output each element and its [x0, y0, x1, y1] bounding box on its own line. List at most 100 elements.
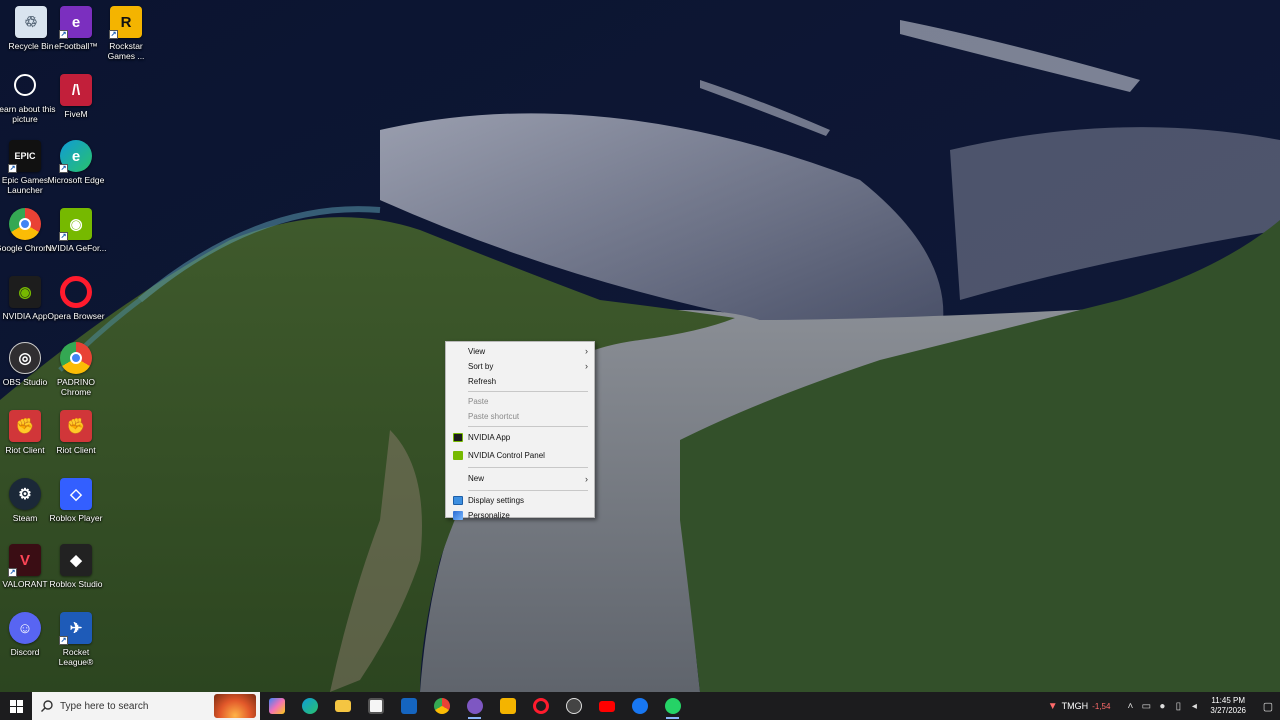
learn-picture-icon: [14, 74, 36, 96]
personalize-icon: [453, 511, 463, 520]
fivem-icon: /\: [60, 74, 92, 106]
taskbar-app-chrome-profile[interactable]: [458, 692, 491, 720]
menu-item-paste: Paste: [446, 394, 594, 409]
nvidia-app-icon: ◉: [9, 276, 41, 308]
usb-icon[interactable]: ▭: [1138, 701, 1154, 712]
menu-item-refresh[interactable]: Refresh: [446, 374, 594, 389]
riot-client-icon: ✊: [9, 410, 41, 442]
taskbar-app-chrome[interactable]: [425, 692, 458, 720]
taskbar-app-rockstar[interactable]: [491, 692, 524, 720]
menu-separator: [468, 426, 588, 427]
microsoft-store-icon: [367, 698, 384, 714]
taskbar-app-facebook[interactable]: [623, 692, 656, 720]
taskbar: Type here to search ▼ TMGH -1,54 ˄ ▭ ● ▯…: [0, 692, 1280, 720]
microphone-icon[interactable]: ●: [1154, 701, 1170, 712]
taskbar-app-whatsapp[interactable]: [656, 692, 689, 720]
recycle-bin-icon: ♲: [15, 6, 47, 38]
desktop-icon-padrino-chrome[interactable]: PADRINO Chrome: [45, 342, 107, 406]
desktop-icon-label: FiveM: [64, 109, 88, 119]
taskbar-app-youtube[interactable]: [590, 692, 623, 720]
search-icon: [41, 700, 53, 712]
menu-item-label: NVIDIA App: [468, 433, 511, 442]
youtube-icon: [598, 700, 615, 712]
desktop-icon-riot-client-2[interactable]: ✊ Riot Client: [45, 410, 107, 474]
whatsapp-icon: [664, 698, 681, 714]
desktop-icon-nvidia-geforce[interactable]: ◉ ↗ NVIDIA GeFor...: [45, 208, 107, 272]
menu-item-view[interactable]: View ›: [446, 344, 594, 359]
clock-time: 11:45 PM: [1211, 696, 1246, 705]
desktop-icon-label: Riot Client: [56, 445, 96, 455]
stock-change: -1,54: [1092, 701, 1111, 711]
efootball-icon: e ↗: [59, 6, 92, 39]
desktop-icon-label: Rockstar Games ...: [107, 41, 145, 61]
stock-down-icon: ▼: [1047, 700, 1058, 712]
taskbar-app-copilot[interactable]: [260, 692, 293, 720]
desktop-icon-opera[interactable]: Opera Browser: [45, 276, 107, 340]
steam-icon: ⚙: [9, 478, 41, 510]
taskbar-app-opera[interactable]: [524, 692, 557, 720]
chrome-profile-icon: [466, 698, 483, 714]
epic-games-icon: EPIC ↗: [8, 140, 41, 173]
rocket-league-icon: ✈ ↗: [59, 612, 92, 645]
nvidia-geforce-icon: ◉ ↗: [59, 208, 92, 241]
desktop-icon-roblox-player[interactable]: ◇ Roblox Player: [45, 478, 107, 542]
desktop-icon-rockstar[interactable]: R ↗ Rockstar Games ...: [95, 6, 157, 70]
display-settings-icon: [453, 496, 463, 505]
menu-item-label: Personalize: [468, 511, 510, 520]
taskbar-app-edge[interactable]: [293, 692, 326, 720]
edge-icon: e ↗: [59, 140, 92, 173]
menu-item-label: NVIDIA Control Panel: [468, 451, 545, 460]
mail-icon: [400, 698, 417, 714]
taskbar-app-mail[interactable]: [392, 692, 425, 720]
valorant-icon: V ↗: [8, 544, 41, 577]
menu-item-new[interactable]: New ›: [446, 470, 594, 488]
system-tray: ▼ TMGH -1,54 ˄ ▭ ● ▯ ◂ 11:45 PM 3/27/202…: [1048, 692, 1280, 720]
desktop-wallpaper: [0, 0, 1280, 692]
desktop-icon-label: Rocket League®: [58, 647, 94, 667]
desktop-context-menu: View › Sort by › Refresh Paste Paste sho…: [445, 341, 595, 520]
notification-icon[interactable]: ▢: [1256, 700, 1280, 713]
obs-icon: ◎: [9, 342, 41, 374]
edge-icon: [301, 698, 318, 714]
desktop-icon-label: Roblox Studio: [49, 579, 103, 589]
menu-item-sort-by[interactable]: Sort by ›: [446, 359, 594, 374]
chevron-up-icon[interactable]: ˄: [1122, 701, 1138, 712]
chrome-icon: [9, 208, 41, 240]
volume-icon[interactable]: ◂: [1186, 701, 1202, 712]
stock-widget[interactable]: ▼ TMGH -1,54: [1048, 701, 1111, 712]
clock[interactable]: 11:45 PM 3/27/2026: [1210, 696, 1246, 716]
rockstar-icon: R ↗: [109, 6, 142, 39]
stock-name: TMGH: [1061, 701, 1089, 711]
menu-separator: [468, 490, 588, 491]
roblox-studio-icon: ◆: [60, 544, 92, 576]
menu-item-label: Paste shortcut: [468, 412, 520, 421]
desktop-icon-label: Microsoft Edge: [47, 175, 105, 185]
menu-item-personalize[interactable]: Personalize: [446, 508, 594, 523]
desktop-icon-roblox-studio[interactable]: ◆ Roblox Studio: [45, 544, 107, 608]
menu-item-label: Sort by: [468, 362, 494, 371]
chevron-right-icon: ›: [585, 474, 588, 484]
network-icon[interactable]: ▯: [1170, 701, 1186, 712]
taskbar-app-obs[interactable]: [557, 692, 590, 720]
file-explorer-icon: [334, 700, 351, 712]
taskbar-app-microsoft-store[interactable]: [359, 692, 392, 720]
desktop-icon-rocket-league[interactable]: ✈ ↗ Rocket League®: [45, 612, 107, 676]
menu-item-nvidia-app[interactable]: NVIDIA App: [446, 429, 594, 447]
menu-item-paste-shortcut: Paste shortcut: [446, 409, 594, 424]
menu-item-label: Display settings: [468, 496, 525, 505]
desktop-icon-fivem[interactable]: /\ FiveM: [45, 74, 107, 138]
desktop-icon-edge[interactable]: e ↗ Microsoft Edge: [45, 140, 107, 204]
menu-item-nvidia-control-panel[interactable]: NVIDIA Control Panel: [446, 447, 594, 465]
chrome-icon: [433, 698, 450, 714]
chrome-profile-icon: [60, 342, 92, 374]
menu-item-display-settings[interactable]: Display settings: [446, 493, 594, 508]
chevron-right-icon: ›: [585, 361, 588, 371]
taskbar-app-file-explorer[interactable]: [326, 692, 359, 720]
menu-item-label: Refresh: [468, 377, 497, 386]
opera-icon: [60, 276, 92, 308]
taskbar-search-box[interactable]: Type here to search: [32, 692, 260, 720]
start-button[interactable]: [0, 692, 32, 720]
menu-item-label: Paste: [468, 397, 489, 406]
desktop-icon-label: Opera Browser: [47, 311, 105, 321]
clock-date: 3/27/2026: [1210, 706, 1246, 715]
